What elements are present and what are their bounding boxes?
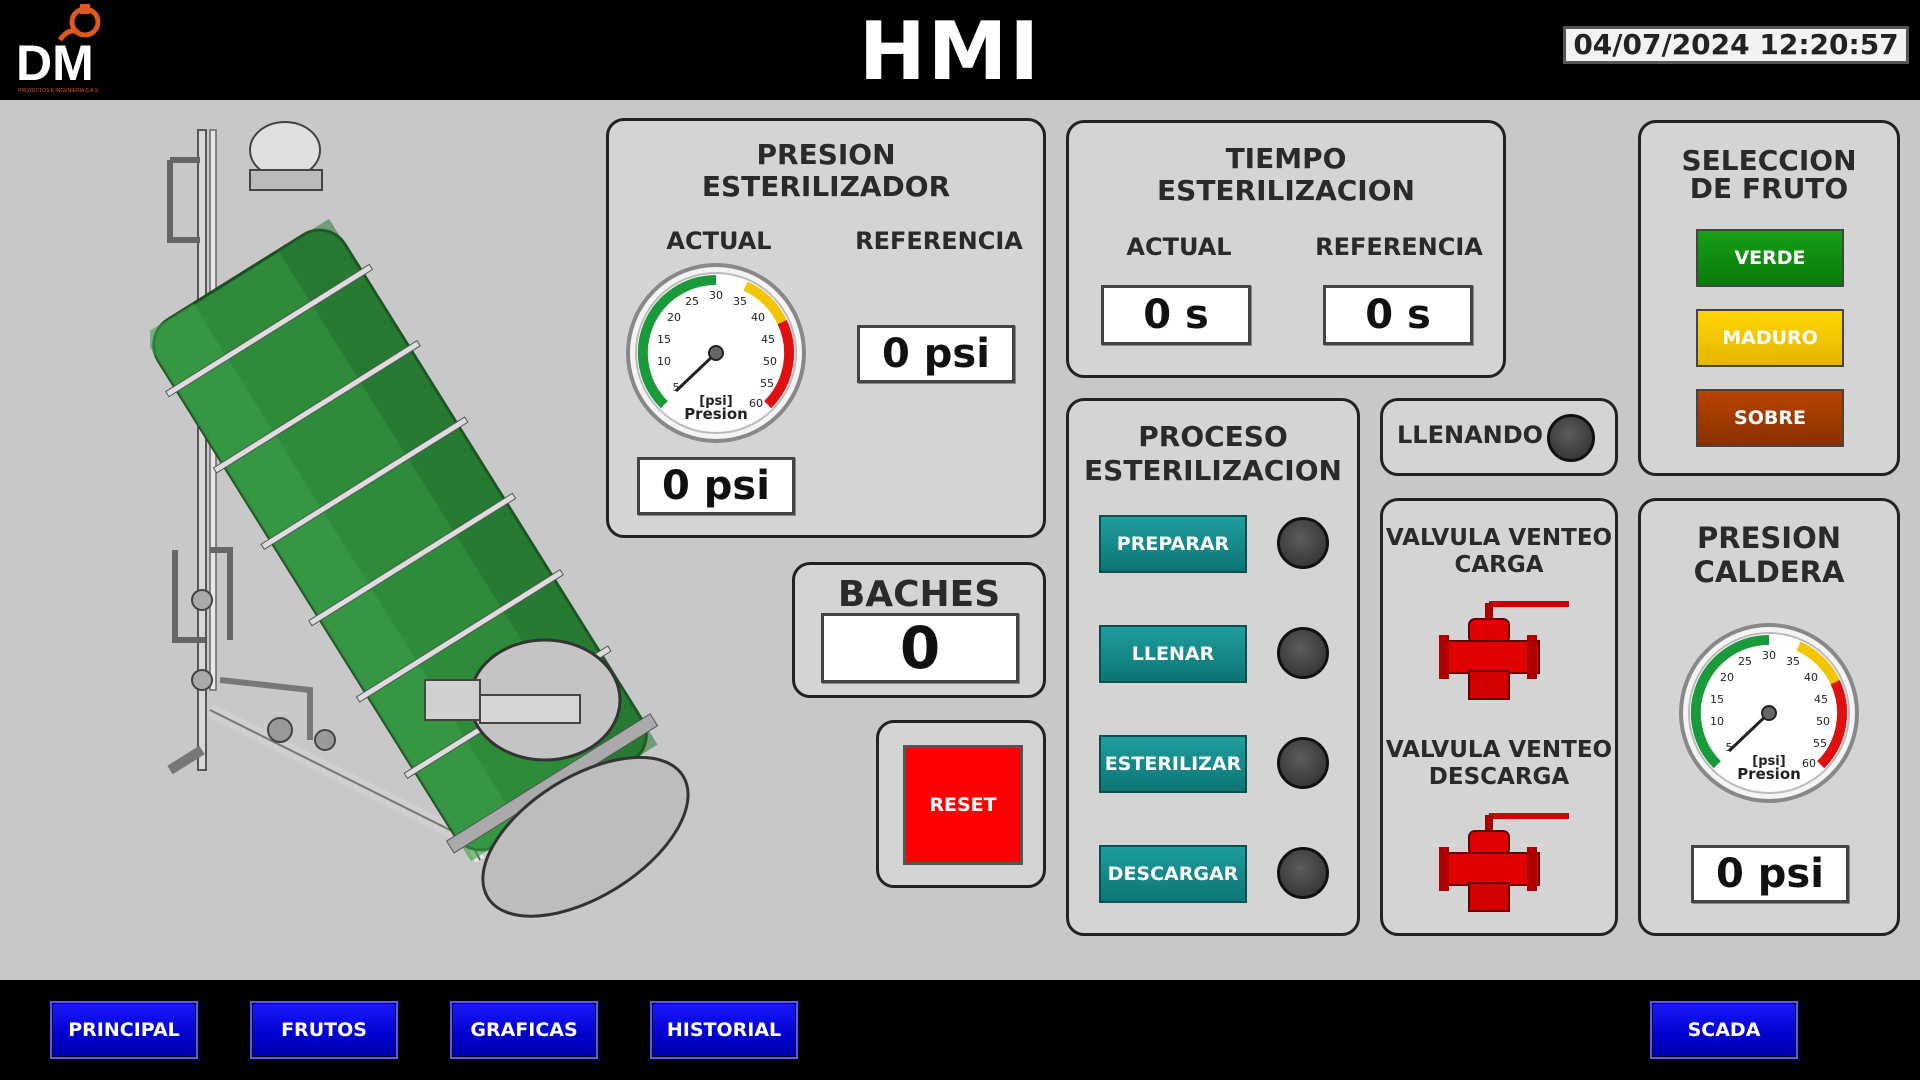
- actual-label: ACTUAL: [1126, 233, 1232, 261]
- nav-frutos-button[interactable]: FRUTOS: [250, 1001, 398, 1059]
- svg-text:35: 35: [1786, 655, 1800, 668]
- llenando-panel: LLENANDO: [1380, 398, 1618, 476]
- valvula-carga-title-line2: CARGA: [1454, 552, 1544, 578]
- valvula-descarga-icon[interactable]: [1438, 813, 1571, 913]
- valvula-carga-icon[interactable]: [1438, 601, 1571, 701]
- baches-title: BACHES: [837, 574, 1001, 615]
- panel-title-line2: ESTERILIZADOR: [701, 170, 951, 203]
- panel-title-line1: PROCESO: [1138, 420, 1288, 453]
- baches-value: 0: [821, 613, 1019, 683]
- panel-title-line2: DE FRUTO: [1689, 172, 1849, 205]
- panel-title-line1: TIEMPO: [1225, 142, 1347, 175]
- pressure-gauge: 5 10 15 20 25 30 35 40 45 50 55 60 [psi]…: [624, 261, 808, 445]
- nav-graficas-button[interactable]: GRAFICAS: [450, 1001, 598, 1059]
- maduro-button[interactable]: MADURO: [1696, 309, 1844, 367]
- svg-text:45: 45: [761, 333, 775, 346]
- nav-principal-button[interactable]: PRINCIPAL: [50, 1001, 198, 1059]
- presion-caldera-value: 0 psi: [1691, 845, 1849, 903]
- preparar-indicator-lamp: [1277, 517, 1329, 569]
- svg-text:10: 10: [1710, 715, 1724, 728]
- descargar-button[interactable]: DESCARGAR: [1099, 845, 1247, 903]
- reset-button[interactable]: RESET: [903, 745, 1023, 865]
- referencia-label: REFERENCIA: [855, 227, 1023, 255]
- svg-text:55: 55: [760, 377, 774, 390]
- nav-historial-button[interactable]: HISTORIAL: [650, 1001, 798, 1059]
- valvula-descarga-title-line2: DESCARGA: [1428, 764, 1570, 790]
- svg-text:60: 60: [1802, 757, 1816, 770]
- presion-caldera-panel: PRESION CALDERA 5 10 15 20 25 30 35 40 4…: [1638, 498, 1900, 936]
- tiempo-referencia-value: 0 s: [1323, 285, 1473, 345]
- svg-text:10: 10: [657, 355, 671, 368]
- nav-scada-button[interactable]: SCADA: [1650, 1001, 1798, 1059]
- panel-title-line2: ESTERILIZACION: [1084, 454, 1342, 487]
- svg-text:15: 15: [1710, 693, 1724, 706]
- presion-referencia-value: 0 psi: [857, 325, 1015, 383]
- svg-text:50: 50: [1816, 715, 1830, 728]
- verde-button[interactable]: VERDE: [1696, 229, 1844, 287]
- svg-text:50: 50: [763, 355, 777, 368]
- tiempo-actual-value: 0 s: [1101, 285, 1251, 345]
- llenando-label: LLENANDO: [1397, 421, 1544, 449]
- valvula-descarga-title-line1: VALVULA VENTEO: [1385, 737, 1613, 763]
- llenar-indicator-lamp: [1277, 627, 1329, 679]
- svg-text:30: 30: [709, 289, 723, 302]
- valvula-carga-title-line1: VALVULA VENTEO: [1385, 525, 1613, 551]
- svg-text:55: 55: [1813, 737, 1827, 750]
- valvulas-panel: VALVULA VENTEO CARGA VALVULA VENTEO DESC…: [1380, 498, 1618, 936]
- tiempo-esterilizacion-panel: TIEMPO ESTERILIZACION ACTUAL REFERENCIA …: [1066, 120, 1506, 378]
- svg-text:20: 20: [1720, 671, 1734, 684]
- actual-label: ACTUAL: [666, 227, 772, 255]
- baches-panel: BACHES 0: [792, 562, 1046, 698]
- gauge-svg-esterilizador: 5 10 15 20 25 30 35 40 45 50 55 60 [psi]…: [626, 263, 806, 443]
- datetime-display: 04/07/2024 12:20:57: [1563, 26, 1909, 64]
- svg-text:40: 40: [751, 311, 765, 324]
- llenando-indicator-lamp: [1547, 414, 1595, 462]
- descargar-indicator-lamp: [1277, 847, 1329, 899]
- proceso-esterilizacion-panel: PROCESO ESTERILIZACION PREPARAR LLENAR E…: [1066, 398, 1360, 936]
- presion-actual-value: 0 psi: [637, 457, 795, 515]
- svg-text:Presion: Presion: [1737, 765, 1801, 783]
- seleccion-fruto-panel: SELECCION DE FRUTO VERDE MADURO SOBRE: [1638, 120, 1900, 476]
- presion-esterilizador-panel: PRESION ESTERILIZADOR ACTUAL REFERENCIA …: [606, 118, 1046, 538]
- svg-text:35: 35: [733, 295, 747, 308]
- panel-title-line2: ESTERILIZACION: [1157, 174, 1415, 207]
- svg-text:25: 25: [685, 295, 699, 308]
- svg-text:Presion: Presion: [684, 405, 748, 423]
- svg-text:30: 30: [1762, 649, 1776, 662]
- esterilizar-indicator-lamp: [1277, 737, 1329, 789]
- sobre-button[interactable]: SOBRE: [1696, 389, 1844, 447]
- svg-text:40: 40: [1804, 671, 1818, 684]
- pressure-gauge: 5 10 15 20 25 30 35 40 45 50 55 60 [psi]…: [1677, 621, 1861, 805]
- llenar-button[interactable]: LLENAR: [1099, 625, 1247, 683]
- esterilizar-button[interactable]: ESTERILIZAR: [1099, 735, 1247, 793]
- svg-text:15: 15: [657, 333, 671, 346]
- panel-title-line2: CALDERA: [1693, 555, 1845, 589]
- svg-text:25: 25: [1738, 655, 1752, 668]
- svg-text:45: 45: [1814, 693, 1828, 706]
- panel-title-line1: PRESION: [1697, 521, 1841, 555]
- preparar-button[interactable]: PREPARAR: [1099, 515, 1247, 573]
- svg-text:20: 20: [667, 311, 681, 324]
- panel-title-line1: PRESION: [756, 138, 896, 171]
- gauge-svg-caldera: 5 10 15 20 25 30 35 40 45 50 55 60 [psi]…: [1679, 623, 1859, 803]
- svg-text:60: 60: [749, 397, 763, 410]
- referencia-label: REFERENCIA: [1315, 233, 1483, 261]
- reset-panel: RESET: [876, 720, 1046, 888]
